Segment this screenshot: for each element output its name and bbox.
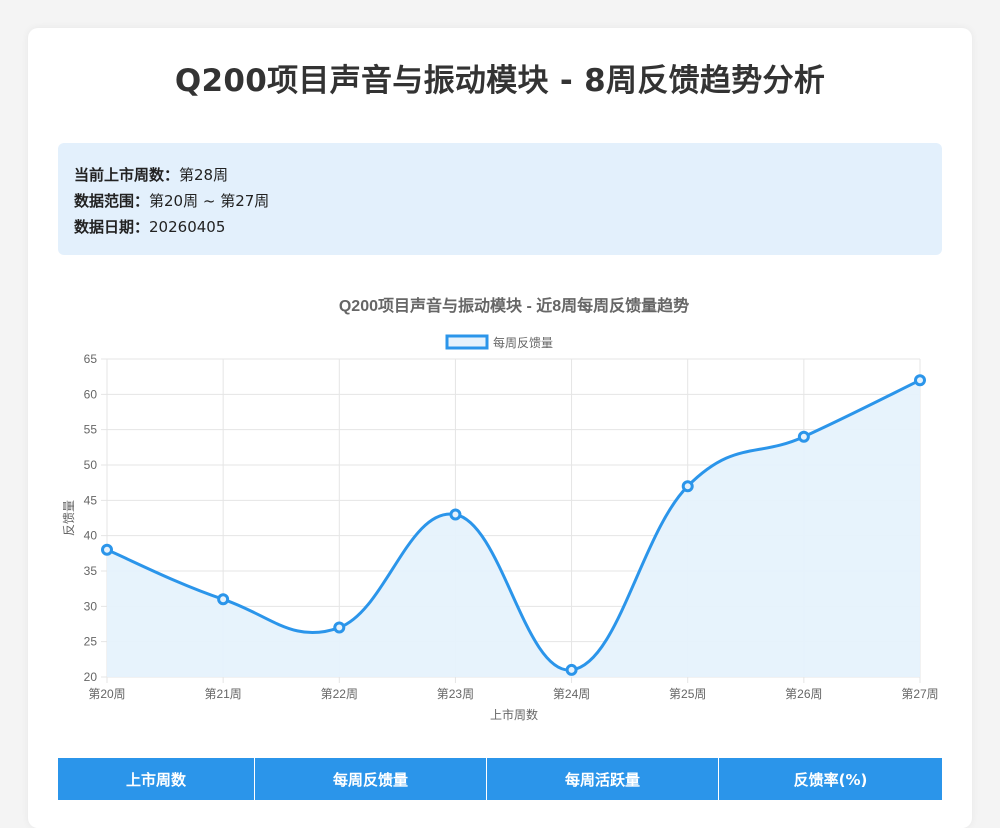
data-point[interactable] bbox=[217, 593, 230, 606]
feedback-line-chart: Q200项目声音与振动模块 - 近8周每周反馈量趋势 每周反馈量 20 25 30 3… bbox=[62, 296, 939, 722]
data-point[interactable] bbox=[797, 430, 810, 443]
x-tick-label: 第25周 bbox=[669, 687, 706, 701]
y-axis-title: 反馈量 bbox=[62, 500, 76, 536]
y-tick-label: 35 bbox=[84, 564, 98, 578]
y-tick-label: 40 bbox=[84, 529, 98, 543]
info-date-value: 20260405 bbox=[149, 218, 226, 236]
y-tick-label: 30 bbox=[84, 599, 98, 613]
chart-legend[interactable]: 每周反馈量 bbox=[445, 334, 553, 350]
data-point[interactable] bbox=[101, 543, 113, 556]
info-range: 数据范围：第20周 ~ 第27周 bbox=[74, 190, 269, 211]
info-current-week-label: 当前上市周数： bbox=[74, 166, 180, 184]
table-header-cell[interactable]: 上市周数 bbox=[58, 758, 255, 800]
info-date: 数据日期：20260405 bbox=[74, 216, 225, 237]
y-tick-label: 45 bbox=[84, 493, 98, 507]
y-tick-label: 25 bbox=[84, 635, 98, 649]
info-panel: 当前上市周数：第28周 数据范围：第20周 ~ 第27周 数据日期：202604… bbox=[58, 143, 942, 255]
x-tick-label: 第21周 bbox=[204, 687, 241, 701]
y-tick-label: 20 bbox=[84, 670, 98, 684]
x-tick-label: 第27周 bbox=[901, 687, 938, 701]
y-tick-label: 55 bbox=[84, 423, 98, 437]
data-table-header: 上市周数 每周反馈量 每周活跃量 反馈率(%) bbox=[58, 758, 942, 800]
y-tick-label: 50 bbox=[84, 458, 98, 472]
info-range-label: 数据范围： bbox=[74, 192, 150, 210]
x-tick-label: 第20周 bbox=[88, 687, 125, 701]
data-point[interactable] bbox=[565, 663, 578, 676]
page-title: Q200项目声音与振动模块 - 8周反馈趋势分析 bbox=[174, 63, 826, 99]
data-point[interactable] bbox=[681, 480, 694, 493]
x-tick-label: 第24周 bbox=[553, 687, 590, 701]
info-current-week: 当前上市周数：第28周 bbox=[74, 164, 228, 185]
chart-title: Q200项目声音与振动模块 - 近8周每周反馈量趋势 bbox=[339, 296, 689, 315]
x-tick-label: 第22周 bbox=[321, 687, 358, 701]
data-point[interactable] bbox=[333, 621, 346, 634]
data-point[interactable] bbox=[449, 508, 462, 521]
series-area bbox=[107, 380, 920, 677]
y-tick-label: 60 bbox=[84, 387, 98, 401]
data-point[interactable] bbox=[914, 374, 926, 387]
x-tick-label: 第26周 bbox=[785, 687, 822, 701]
x-tick-label: 第23周 bbox=[437, 687, 474, 701]
table-header-cell[interactable]: 反馈率(%) bbox=[719, 758, 942, 800]
info-current-week-value: 第28周 bbox=[179, 166, 229, 184]
legend-swatch bbox=[445, 334, 489, 350]
x-axis-title: 上市周数 bbox=[490, 707, 538, 722]
info-range-value: 第20周 ~ 第27周 bbox=[149, 192, 270, 210]
table-header-cell[interactable]: 每周活跃量 bbox=[487, 758, 719, 800]
info-date-label: 数据日期： bbox=[74, 218, 150, 236]
table-header-cell[interactable]: 每周反馈量 bbox=[255, 758, 487, 800]
y-tick-label: 65 bbox=[84, 352, 98, 366]
legend-label: 每周反馈量 bbox=[493, 335, 553, 350]
